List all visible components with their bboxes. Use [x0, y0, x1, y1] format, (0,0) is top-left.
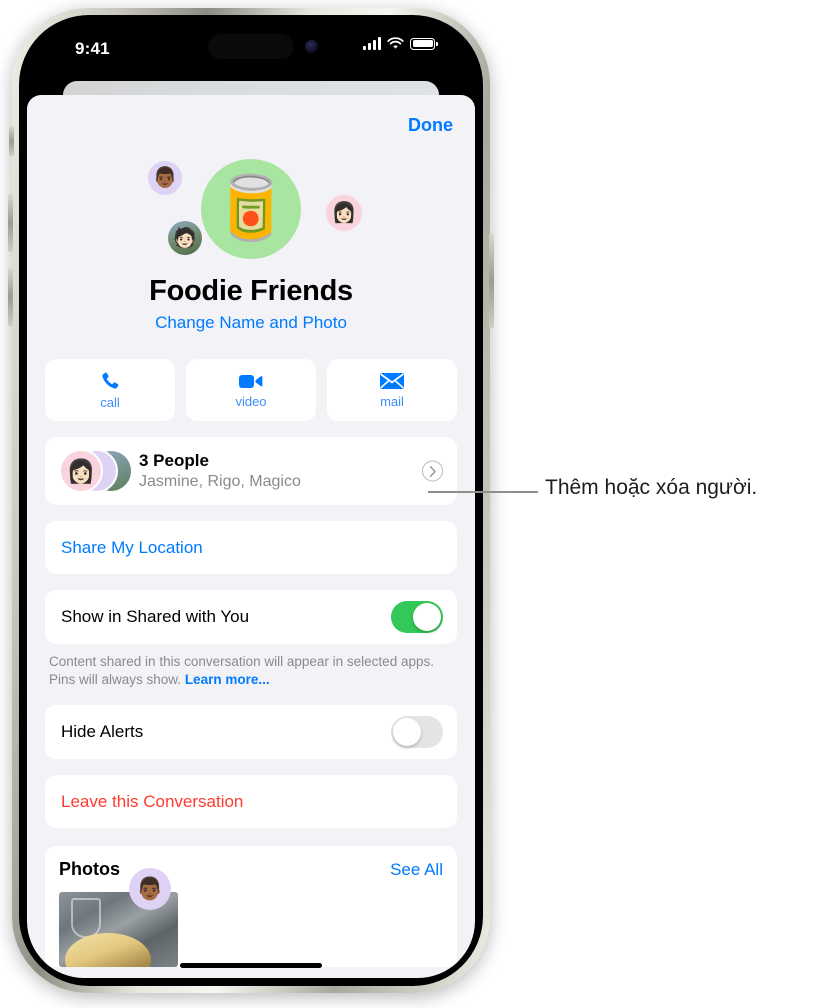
- device-screen: 9:41 Done 👨🏾 🥫 👩🏻 🧑🏻 Foodie Friends Chan…: [27, 23, 475, 978]
- people-count-label: 3 People: [139, 451, 209, 470]
- callout-label: Thêm hoặc xóa người.: [545, 476, 758, 499]
- hide-alerts-label: Hide Alerts: [61, 722, 144, 742]
- sheet-header: Done: [27, 95, 475, 155]
- member-avatar-1-glyph: 👨🏾: [152, 167, 178, 189]
- envelope-icon: [380, 373, 404, 389]
- share-location-card: Share My Location: [45, 521, 457, 574]
- shared-with-you-footnote: Content shared in this conversation will…: [49, 653, 453, 689]
- quick-actions-row: call video mail: [45, 359, 457, 421]
- call-button[interactable]: call: [45, 359, 175, 421]
- member-avatar-1: 👨🏾: [148, 161, 182, 195]
- status-bar: 9:41: [27, 23, 475, 81]
- callout-leader-line: [428, 491, 538, 493]
- leave-conversation-card: Leave this Conversation: [45, 775, 457, 829]
- mail-button[interactable]: mail: [327, 359, 457, 421]
- member-avatar-stack: 👩🏻: [59, 449, 133, 493]
- member-avatar-3-glyph: 🧑🏻: [173, 227, 197, 249]
- hide-alerts-toggle[interactable]: [391, 716, 443, 749]
- group-photo-icon: 🥫: [201, 159, 301, 259]
- mute-switch-button[interactable]: [9, 126, 14, 156]
- photos-title: Photos: [59, 859, 120, 880]
- show-in-shared-with-you-row[interactable]: Show in Shared with You: [45, 590, 457, 644]
- volume-down-button[interactable]: [8, 268, 13, 326]
- member-avatar-2-glyph: 👩🏻: [331, 202, 357, 224]
- front-camera-icon: [305, 40, 318, 53]
- dynamic-island: [208, 34, 294, 59]
- member-avatar-3: 🧑🏻: [168, 221, 202, 255]
- change-name-and-photo-link[interactable]: Change Name and Photo: [27, 313, 475, 333]
- status-bar-indicators: [363, 37, 438, 50]
- share-my-location-row[interactable]: Share My Location: [45, 521, 457, 574]
- photo-sender-avatar-glyph: 👨🏾: [136, 876, 164, 902]
- photo-glass-detail: [71, 898, 101, 939]
- phone-icon: [102, 372, 119, 389]
- volume-up-button[interactable]: [8, 194, 13, 252]
- signal-bars-icon: [363, 37, 381, 50]
- member-avatar-2: 👩🏻: [326, 195, 362, 231]
- group-header: 👨🏾 🥫 👩🏻 🧑🏻 Foodie Friends Change Name an…: [27, 155, 475, 333]
- call-button-label: call: [100, 395, 120, 410]
- side-power-button[interactable]: [489, 234, 494, 328]
- people-text-block: 3 People Jasmine, Rigo, Magico: [139, 451, 301, 491]
- group-name-title: Foodie Friends: [149, 275, 353, 307]
- hide-alerts-card: Hide Alerts: [45, 705, 457, 760]
- show-in-shared-with-you-toggle[interactable]: [391, 601, 443, 633]
- see-all-link[interactable]: See All: [390, 860, 443, 880]
- group-avatar-cluster[interactable]: 👨🏾 🥫 👩🏻 🧑🏻: [126, 155, 376, 273]
- learn-more-link[interactable]: Learn more...: [185, 672, 270, 687]
- toggle-knob: [413, 603, 441, 631]
- group-photo-emoji: 🥫: [212, 174, 290, 243]
- video-camera-icon: [239, 375, 263, 388]
- photos-header: Photos See All: [59, 859, 443, 880]
- home-indicator[interactable]: [180, 963, 322, 968]
- shared-with-you-card: Show in Shared with You: [45, 590, 457, 644]
- stack-avatar-1-glyph: 👩🏻: [66, 457, 96, 484]
- hide-alerts-row[interactable]: Hide Alerts: [45, 705, 457, 759]
- mail-button-label: mail: [380, 394, 404, 409]
- done-button[interactable]: Done: [408, 115, 453, 136]
- toggle-knob: [393, 718, 421, 747]
- status-bar-time: 9:41: [75, 39, 110, 58]
- chevron-right-icon[interactable]: [422, 460, 443, 482]
- people-names-label: Jasmine, Rigo, Magico: [139, 473, 301, 490]
- stack-avatar-1: 👩🏻: [59, 449, 103, 493]
- leave-this-conversation-row[interactable]: Leave this Conversation: [45, 775, 457, 828]
- battery-icon: [410, 37, 438, 50]
- group-details-sheet: Done 👨🏾 🥫 👩🏻 🧑🏻 Foodie Friends Change Na…: [27, 95, 475, 978]
- photo-food-detail: [65, 933, 151, 968]
- video-button-label: video: [235, 394, 267, 409]
- photos-card: Photos See All 👨🏾: [45, 846, 457, 968]
- wifi-icon: [387, 37, 404, 49]
- video-button[interactable]: video: [186, 359, 316, 421]
- show-in-shared-with-you-label: Show in Shared with You: [61, 607, 250, 626]
- people-card: 👩🏻 3 People Jasmine, Rigo, Magico: [45, 437, 457, 505]
- iphone-device-frame: 9:41 Done 👨🏾 🥫 👩🏻 🧑🏻 Foodie Friends Chan…: [8, 8, 494, 993]
- people-row[interactable]: 👩🏻 3 People Jasmine, Rigo, Magico: [45, 437, 457, 505]
